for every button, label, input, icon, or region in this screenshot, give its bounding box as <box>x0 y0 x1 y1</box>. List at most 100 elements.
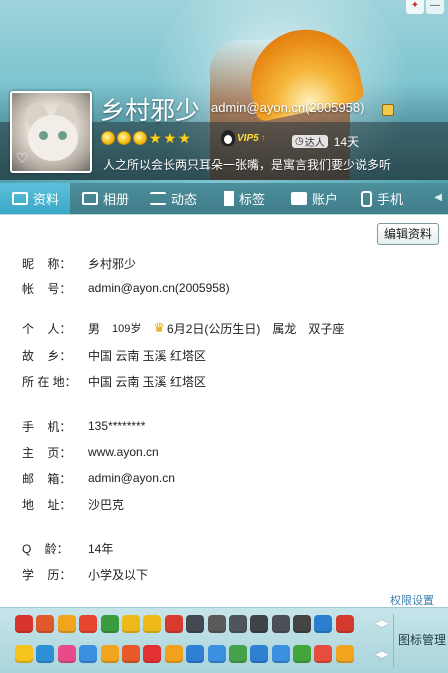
app-icon-grid <box>15 615 357 663</box>
app-shortcut-icon[interactable] <box>271 615 290 633</box>
app-shortcut-icon[interactable] <box>228 645 247 663</box>
field-education: 学 历： 小学及以下 <box>22 565 148 583</box>
tab-account[interactable]: 账户 <box>277 183 348 214</box>
app-shortcut-icon[interactable] <box>100 615 119 633</box>
app-shortcut-icon[interactable] <box>36 645 55 663</box>
tab-label: 相册 <box>103 192 130 207</box>
field-email: 邮 箱： admin@ayon.cn <box>22 469 175 487</box>
icons-prev-icon[interactable]: ◀▶ <box>375 618 389 629</box>
id-card-icon <box>12 192 28 205</box>
avatar[interactable]: ♡ <box>10 91 92 173</box>
phone-icon <box>361 190 372 207</box>
email-link[interactable]: admin@ayon.cn <box>88 471 175 485</box>
edit-profile-button[interactable]: 编辑资料 <box>376 223 439 245</box>
photo-icon <box>82 192 98 205</box>
field-label: 地 址： <box>22 497 72 512</box>
app-shortcut-icon[interactable] <box>250 615 269 633</box>
tabs-scroll-left-icon[interactable]: ◀ <box>434 192 442 203</box>
app-shortcut-icon[interactable] <box>186 615 205 633</box>
app-shortcut-icon[interactable] <box>207 615 226 633</box>
tab-label: 账户 <box>312 192 339 207</box>
app-shortcut-icon[interactable] <box>186 645 205 663</box>
star-icon: ★ <box>178 130 191 146</box>
tab-mobile[interactable]: 手机 <box>348 183 418 214</box>
app-shortcut-icon[interactable] <box>121 615 140 633</box>
crown-icon: ♛ <box>153 320 166 335</box>
icon-manage-button[interactable]: 图标管理 <box>398 631 446 648</box>
field-value: 中国 云南 玉溪 红塔区 <box>88 374 207 389</box>
minimize-button[interactable]: — <box>426 0 444 14</box>
app-shortcut-icon[interactable] <box>143 615 162 633</box>
app-shortcut-icon[interactable] <box>57 615 76 633</box>
app-shortcut-icon[interactable] <box>207 645 226 663</box>
app-shortcut-icon[interactable] <box>100 645 119 663</box>
app-shortcut-icon[interactable] <box>36 615 55 633</box>
vip-badge[interactable]: VIP5 ↑ <box>221 130 266 146</box>
app-shortcut-icon[interactable] <box>15 615 33 633</box>
app-shortcut-icon[interactable] <box>79 615 98 633</box>
app-shortcut-icon[interactable] <box>164 615 183 633</box>
profile-header: ✦ — ♡ 乡村邪少 admin@ayon.cn(2005958) ★ ★ ★ … <box>0 0 448 183</box>
icon-bar-separator <box>393 614 394 668</box>
field-hometown: 故 乡： 中国 云南 玉溪 红塔区 <box>22 346 206 364</box>
app-shortcut-icon[interactable] <box>314 645 333 663</box>
field-value: 小学及以下 <box>88 567 149 582</box>
app-shortcut-icon[interactable] <box>293 615 312 633</box>
field-value: 沙巴克 <box>88 497 125 512</box>
homepage-link[interactable]: www.ayon.cn <box>88 445 159 459</box>
app-shortcut-icon[interactable] <box>57 645 76 663</box>
field-label: 所 在 地： <box>22 374 77 389</box>
field-label: 帐 号： <box>22 281 72 296</box>
app-shortcut-icon[interactable] <box>79 645 98 663</box>
avatar-eye-left <box>39 131 48 140</box>
clock-icon: ◷ <box>295 136 304 147</box>
app-shortcut-icon[interactable] <box>314 615 333 633</box>
app-shortcut-icon[interactable] <box>271 645 290 663</box>
qq-level[interactable]: ★ ★ ★ <box>101 131 191 145</box>
gender-value: 男 <box>88 321 101 336</box>
field-value: admin@ayon.cn(2005958) <box>88 281 230 295</box>
profile-signature[interactable]: 人之所以会长两只耳朵一张嘴，是寓言我们要少说多听 <box>103 156 391 173</box>
star-icon: ★ <box>149 130 162 146</box>
app-shortcut-icon[interactable] <box>335 615 354 633</box>
pin-icon[interactable]: ✦ <box>406 0 424 14</box>
tab-profile[interactable]: 资料 <box>0 183 70 214</box>
tab-label: 手机 <box>377 192 404 207</box>
field-value: 乡村邪少 <box>88 256 137 271</box>
profile-account: admin@ayon.cn(2005958) <box>211 100 365 115</box>
tab-tags[interactable]: 标签 <box>210 183 277 214</box>
avatar-eye-right <box>58 131 67 140</box>
tab-label: 动态 <box>171 192 198 207</box>
profile-details: 编辑资料 昵 称： 乡村邪少 帐 号： admin@ayon.cn(200595… <box>0 214 448 607</box>
app-shortcut-icon[interactable] <box>143 645 162 663</box>
app-shortcut-icon[interactable] <box>293 645 312 663</box>
field-account: 帐 号： admin@ayon.cn(2005958) <box>22 279 230 297</box>
app-shortcut-icon[interactable] <box>164 645 183 663</box>
edit-nickname-icon[interactable] <box>382 104 394 116</box>
app-shortcut-icon[interactable] <box>121 645 140 663</box>
app-shortcut-icon[interactable] <box>335 645 354 663</box>
daren-days: 14天 <box>333 135 360 149</box>
sun-icon <box>117 131 131 145</box>
field-personal: 个 人： 男 109岁 ♛ 6月2日(公历生日) 属龙 双子座 <box>22 319 344 337</box>
field-address: 地 址： 沙巴克 <box>22 495 124 513</box>
icons-next-icon[interactable]: ◀▶ <box>375 649 389 660</box>
daren-label-text: 达人 <box>304 138 325 149</box>
field-label: 个 人： <box>22 321 72 336</box>
tab-album[interactable]: 相册 <box>70 183 139 214</box>
permission-settings-link[interactable]: 权限设置 <box>390 592 434 607</box>
app-shortcut-icon[interactable] <box>15 645 33 663</box>
field-location: 所 在 地： 中国 云南 玉溪 红塔区 <box>22 372 206 390</box>
sun-icon <box>101 131 115 145</box>
birthday-value: 6月2日(公历生日) <box>167 321 261 336</box>
app-shortcut-icon[interactable] <box>250 645 269 663</box>
field-value: 中国 云南 玉溪 红塔区 <box>88 348 207 363</box>
profile-tabs: 资料 相册 动态 标签 账户 手机 <box>0 183 448 214</box>
field-label: 邮 箱： <box>22 471 72 486</box>
app-shortcut-icon[interactable] <box>228 615 247 633</box>
field-nickname: 昵 称： 乡村邪少 <box>22 254 136 272</box>
vip-level: VIP5 <box>237 132 259 144</box>
sun-icon <box>133 131 147 145</box>
tab-feeds[interactable]: 动态 <box>139 183 210 214</box>
daren-badge[interactable]: ◷ 达人 14天 <box>292 133 359 150</box>
